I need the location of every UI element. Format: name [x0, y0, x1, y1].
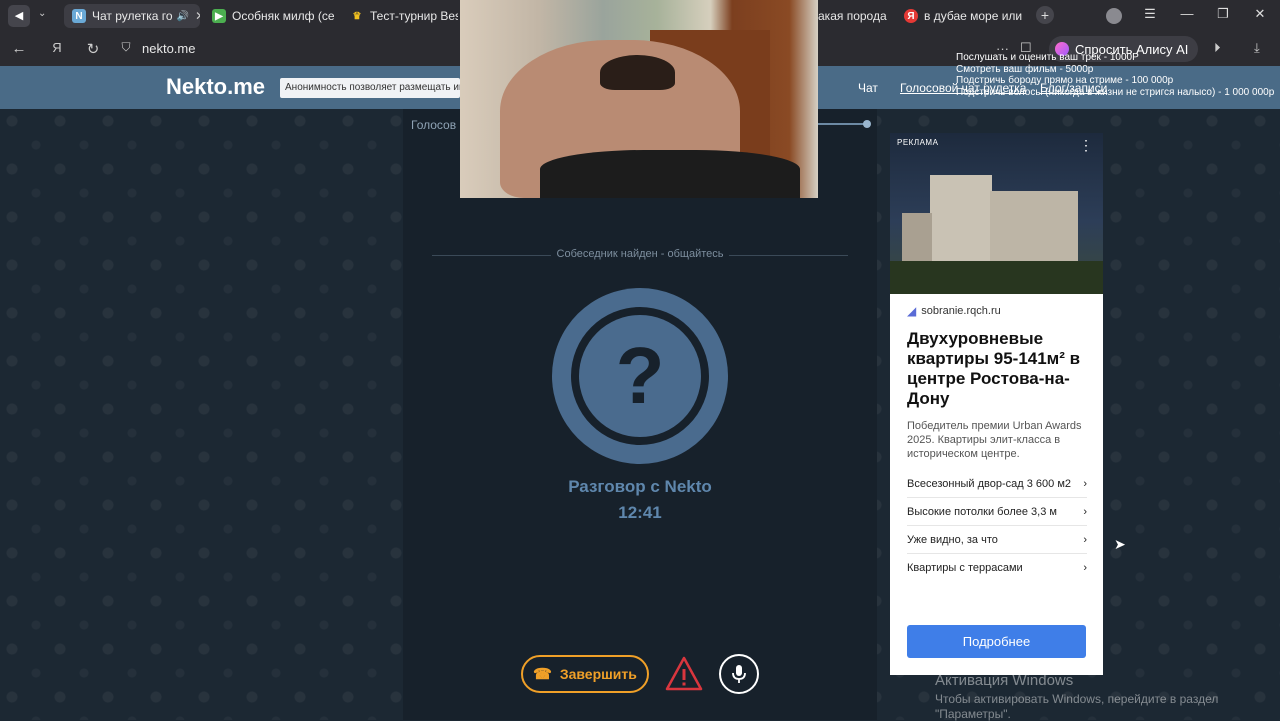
call-timer: 12:41	[618, 503, 662, 522]
overlay-line: Смотреть ваш фильм - 5000р	[956, 63, 1094, 75]
tab-osobnyak[interactable]: ▶ Особняк милф (сер	[204, 4, 334, 28]
video-favicon-icon: ▶	[212, 9, 226, 23]
streamer-shirt	[540, 150, 800, 198]
tab-title: Особняк милф (сер	[232, 9, 334, 23]
ad-feature-item[interactable]: Квартиры с террасами ›	[907, 554, 1087, 582]
hangup-icon: ☎	[533, 666, 552, 683]
tab-title: в дубае море или о	[924, 9, 1026, 23]
ad-site[interactable]: ◢ sobranie.rqch.ru	[907, 304, 1001, 318]
tab-breed[interactable]: акая порода с	[818, 4, 888, 28]
info-banner: Анонимность позволяет размещать инф	[280, 78, 460, 98]
overlay-line: Послушать и оценить ваш трек - 1000Р	[956, 52, 1139, 63]
tab-title: Тест-турнир Best	[370, 9, 458, 23]
profile-avatar[interactable]	[1106, 8, 1122, 24]
windows-activation-watermark: Активация Windows Чтобы активировать Win…	[935, 672, 1218, 721]
ad-feature-item[interactable]: Высокие потолки более 3,3 м ›	[907, 498, 1087, 526]
chevron-right-icon: ›	[1083, 562, 1087, 574]
volume-slider[interactable]	[817, 120, 871, 128]
ad-description: Победитель премии Urban Awards 2025. Ква…	[907, 420, 1082, 460]
close-tab-icon[interactable]: ✕	[195, 9, 200, 23]
anonymous-avatar: ?	[552, 288, 728, 464]
end-call-label: Завершить	[559, 666, 637, 682]
streamer-hair	[600, 55, 675, 90]
ad-site-domain: sobranie.rqch.ru	[921, 305, 1001, 317]
new-tab-icon[interactable]: +	[1036, 6, 1054, 24]
tab-test-tournament[interactable]: ♛ Тест-турнир Best	[342, 4, 458, 28]
activation-title: Активация Windows	[935, 672, 1074, 689]
site-logo[interactable]: Nekto.me	[166, 74, 265, 100]
panel-title: Голосов	[411, 118, 457, 132]
tab-title: акая порода с	[818, 9, 888, 23]
voice-chat-panel: Голосов Собеседник найден - общайтесь ? …	[403, 109, 877, 720]
overlay-line: Подстричь бороду прямо на стриме - 100 0…	[956, 75, 1174, 86]
microphone-icon	[732, 665, 746, 683]
tab-dubai[interactable]: Я в дубае море или о	[896, 4, 1026, 28]
ad-label: РЕКЛАМА	[897, 138, 939, 147]
end-call-button[interactable]: ☎ Завершить	[521, 655, 649, 693]
restore-icon[interactable]: ❐	[1213, 6, 1233, 22]
crown-favicon-icon: ♛	[352, 10, 362, 22]
question-mark-icon: ?	[579, 315, 701, 437]
overlay-line: Подстричь волосы (никогда в жизни не стр…	[956, 86, 1275, 98]
mouse-cursor-icon: ➤	[1114, 536, 1126, 552]
ad-panel[interactable]: РЕКЛАМА ⋮ ◢ sobranie.rqch.ru Двухуровнев…	[890, 133, 1103, 675]
ad-building-image[interactable]: РЕКЛАМА ⋮	[890, 133, 1103, 294]
ad-site-icon: ◢	[907, 304, 917, 318]
chevron-right-icon: ›	[1083, 505, 1087, 518]
chevron-right-icon: ›	[1083, 533, 1087, 546]
url-field[interactable]: nekto.me	[142, 41, 195, 56]
chevron-right-icon: ›	[1083, 477, 1087, 490]
warning-icon	[665, 656, 703, 691]
yandex-favicon-icon: Я	[904, 9, 918, 23]
ad-feature-item[interactable]: Уже видно, за что ›	[907, 526, 1087, 554]
status-text: Собеседник найден - общайтесь	[403, 248, 877, 260]
menu-icon[interactable]: ☰	[1140, 6, 1160, 22]
webcam-video	[460, 0, 818, 198]
ad-menu-icon[interactable]: ⋮	[1079, 137, 1093, 154]
volume-knob[interactable]	[863, 120, 871, 128]
stream-price-overlay: Послушать и оценить ваш трек - 1000Р Смо…	[956, 52, 1274, 98]
microphone-button[interactable]	[719, 654, 759, 694]
speaker-icon[interactable]: 🔊	[177, 11, 189, 22]
tab-chat-roulette[interactable]: N Чат рулетка го 🔊 ✕	[64, 4, 200, 28]
yandex-icon[interactable]: Я	[48, 40, 66, 55]
back-icon[interactable]: ←	[10, 40, 28, 57]
tab-title: Чат рулетка го	[92, 9, 173, 23]
conversation-label: Разговор с Nekto	[568, 477, 712, 496]
activation-line: Чтобы активировать Windows, перейдите в …	[935, 692, 1219, 706]
nav-chat[interactable]: Чат	[858, 81, 878, 95]
activation-line: "Параметры".	[935, 707, 1011, 721]
ad-cta-button[interactable]: Подробнее	[907, 625, 1086, 658]
tabs-dropdown-icon[interactable]: ⌄	[38, 8, 46, 19]
minimize-icon[interactable]: —	[1177, 6, 1197, 21]
report-button[interactable]	[665, 655, 703, 693]
conversation-info: Разговор с Nekto 12:41	[403, 474, 877, 526]
ad-feature-item[interactable]: Всесезонный двор-сад 3 600 м2 ›	[907, 470, 1087, 498]
reload-icon[interactable]: ↻	[84, 40, 102, 58]
nekto-favicon-icon: N	[72, 9, 86, 23]
close-window-icon[interactable]: ✕	[1250, 6, 1270, 22]
site-info-icon[interactable]: ⛉	[117, 40, 135, 55]
sidebar-toggle-icon[interactable]: ◀	[8, 5, 30, 27]
ad-headline[interactable]: Двухуровневые квартиры 95-141м² в центре…	[907, 329, 1097, 409]
